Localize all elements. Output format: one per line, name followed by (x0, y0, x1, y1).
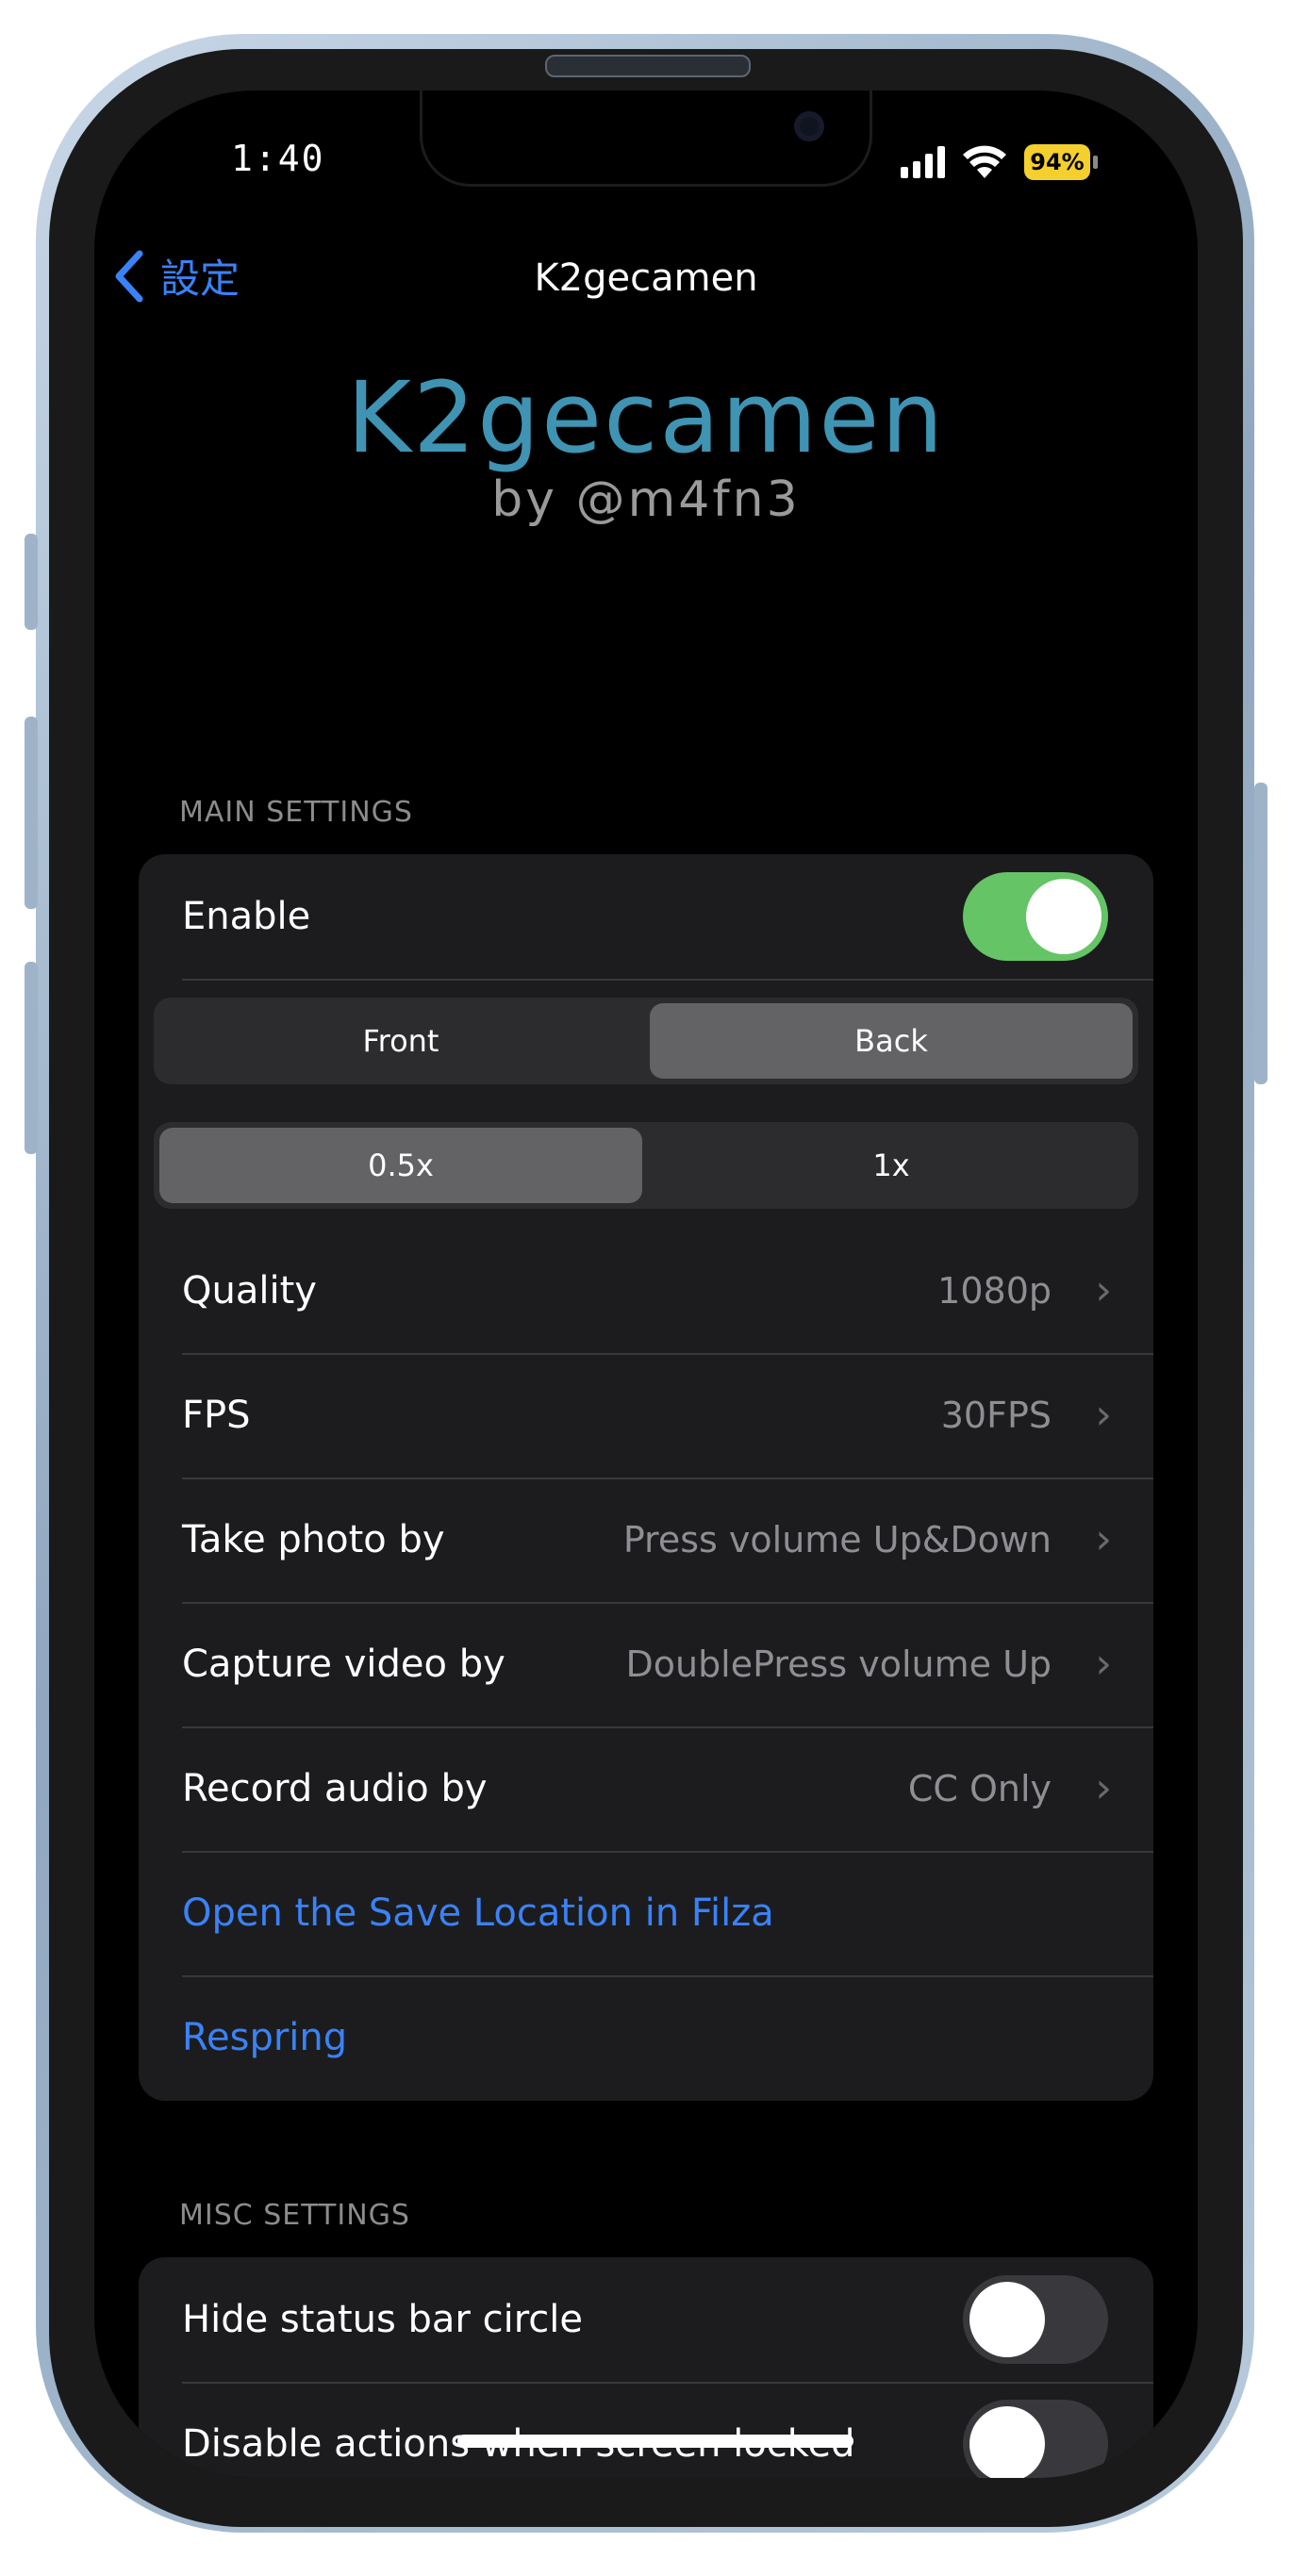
disable-actions-locked-toggle[interactable] (963, 2400, 1108, 2478)
chevron-right-icon: › (1095, 1266, 1112, 1314)
battery-icon: 94% (1024, 144, 1098, 180)
enable-row: Enable (139, 854, 1153, 979)
wifi-icon (963, 145, 1006, 178)
record-audio-value: CC Only (907, 1768, 1052, 1809)
toggle-knob (1026, 879, 1102, 954)
chevron-right-icon: › (1095, 1391, 1112, 1439)
segment-front[interactable]: Front (159, 1003, 642, 1079)
status-indicators: 94% (901, 143, 1098, 181)
quality-label: Quality (182, 1269, 317, 1313)
chevron-right-icon: › (1095, 1515, 1112, 1563)
hero-title: K2gecamen (346, 360, 946, 475)
front-camera (794, 111, 824, 141)
disable-actions-locked-row: Disable actions when screen locked (139, 2382, 1153, 2478)
action-button (25, 534, 38, 630)
open-filza-link[interactable]: Open the Save Location in Filza (182, 1891, 774, 1935)
take-photo-row[interactable]: Take photo by Press volume Up&Down › (139, 1478, 1153, 1602)
record-audio-row[interactable]: Record audio by CC Only › (139, 1726, 1153, 1851)
quality-row[interactable]: Quality 1080p › (139, 1229, 1153, 1353)
chevron-right-icon: › (1095, 1640, 1112, 1688)
home-indicator[interactable] (457, 2435, 853, 2448)
nav-title: K2gecamen (534, 256, 758, 300)
screen: 1:40 94% 設定 K2gecamen K2gecamen by @m4fn… (94, 91, 1198, 2478)
hide-status-bar-circle-row: Hide status bar circle (139, 2257, 1153, 2382)
enable-toggle[interactable] (963, 872, 1108, 961)
status-time: 1:40 (231, 138, 325, 179)
fps-row[interactable]: FPS 30FPS › (139, 1353, 1153, 1478)
take-photo-label: Take photo by (182, 1518, 445, 1561)
battery-level: 94% (1030, 149, 1085, 175)
enable-label: Enable (182, 895, 311, 938)
power-button (1254, 783, 1267, 1084)
fps-label: FPS (182, 1394, 251, 1437)
hide-status-bar-circle-toggle[interactable] (963, 2275, 1108, 2364)
notch (420, 91, 872, 187)
quality-value: 1080p (937, 1270, 1052, 1312)
take-photo-value: Press volume Up&Down (622, 1519, 1052, 1560)
respring-link[interactable]: Respring (182, 2016, 347, 2059)
camera-segmented-control: Front Back (154, 998, 1138, 1084)
hero-subtitle: by @m4fn3 (491, 471, 801, 528)
toggle-knob (969, 2406, 1045, 2478)
toggle-knob (969, 2282, 1045, 2357)
earpiece-speaker (545, 55, 751, 77)
capture-video-value: DoublePress volume Up (625, 1643, 1052, 1685)
capture-video-row[interactable]: Capture video by DoublePress volume Up › (139, 1602, 1153, 1726)
volume-up-button (25, 717, 38, 909)
segment-0-5x[interactable]: 0.5x (159, 1128, 642, 1203)
open-filza-row[interactable]: Open the Save Location in Filza (139, 1851, 1153, 1975)
chevron-right-icon: › (1095, 1764, 1112, 1812)
misc-settings-header: MISC SETTINGS (179, 2199, 410, 2232)
main-settings-header: MAIN SETTINGS (179, 796, 413, 829)
separator (182, 979, 1153, 981)
segment-1x[interactable]: 1x (650, 1128, 1133, 1203)
hide-status-bar-circle-label: Hide status bar circle (182, 2298, 583, 2341)
fps-value: 30FPS (940, 1395, 1052, 1436)
respring-row[interactable]: Respring (139, 1975, 1153, 2100)
zoom-segmented-control: 0.5x 1x (154, 1122, 1138, 1209)
record-audio-label: Record audio by (182, 1767, 488, 1810)
capture-video-label: Capture video by (182, 1643, 505, 1686)
segment-back[interactable]: Back (650, 1003, 1133, 1079)
main-settings-group: Enable Front Back 0.5x 1x Quality 1080p … (139, 854, 1153, 2101)
cellular-signal-icon (901, 146, 945, 178)
volume-down-button (25, 962, 38, 1154)
